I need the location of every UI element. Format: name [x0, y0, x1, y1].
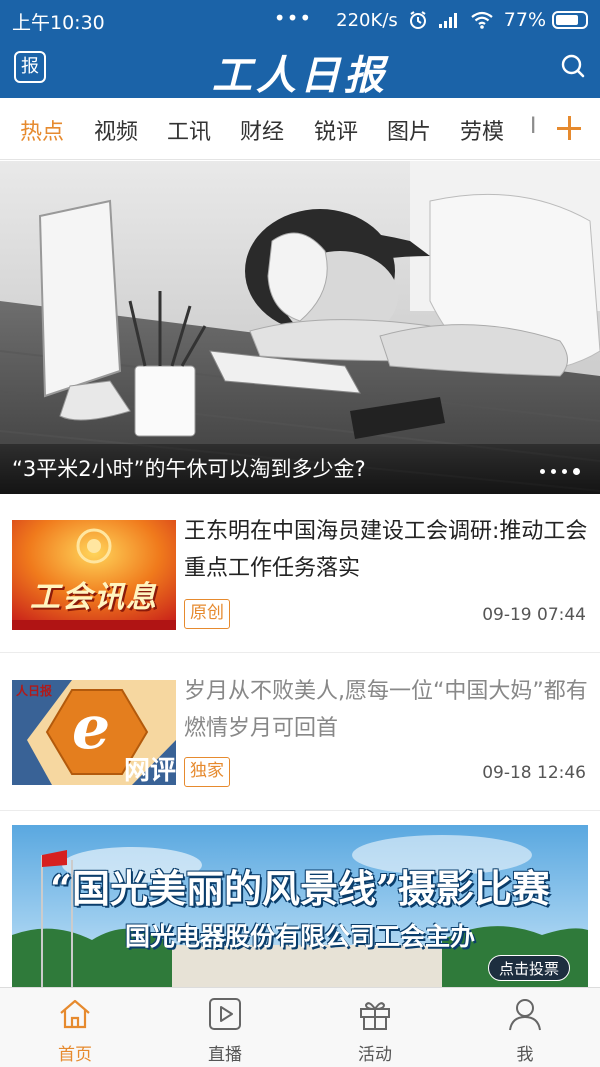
app-title: 工人日报 — [212, 52, 388, 99]
news-date-1: 09-19 07:44 — [482, 605, 586, 625]
thumbnail-caption: 工会讯息 — [30, 580, 158, 615]
nav-live-label: 直播 — [208, 1045, 242, 1065]
news-title-2: 岁月从不败美人,愿每一位“中国大妈”都有燃情岁月可回首 — [184, 679, 588, 741]
promo-title: “国光美丽的风景线”摄影比赛 — [50, 866, 550, 911]
tab-overflow[interactable]: I — [530, 114, 538, 139]
bottom-nav: 首页 直播 活动 我 — [0, 987, 600, 1067]
thumbnail-logo: 人日报 — [16, 684, 53, 698]
nav-home-label: 首页 — [58, 1045, 92, 1065]
search-icon[interactable] — [560, 53, 586, 79]
tab-video[interactable]: 视频 — [94, 114, 138, 146]
battery-icon — [552, 11, 588, 29]
status-bar: 上午10:30 ••• 220K/s 77% — [0, 0, 600, 38]
add-tab-button[interactable] — [542, 98, 600, 159]
category-tabs: 热点 视频 工讯 财经 锐评 图片 劳模 I — [0, 98, 600, 160]
promo-banner[interactable]: “国光美丽的风景线”摄影比赛 国光电器股份有限公司工会主办 点击投票 — [12, 825, 588, 987]
nav-me[interactable]: 我 — [450, 988, 600, 1067]
tab-union-news[interactable]: 工讯 — [167, 114, 211, 146]
news-item-2[interactable]: e 人日报 网评 岁月从不败美人,愿每一位“中国大妈”都有燃情岁月可回首 独家 … — [0, 653, 600, 811]
network-speed: 220K/s — [336, 9, 398, 31]
carousel-indicator — [540, 468, 580, 475]
home-icon — [60, 999, 90, 1029]
news-item-1[interactable]: 工会讯息 王东明在中国海员建设工会调研:推动工会重点工作任务落实 原创 09-1… — [0, 495, 600, 653]
nav-me-label: 我 — [516, 1045, 534, 1065]
top-bar: 上午10:30 ••• 220K/s 77% 报 工人日报 — [0, 0, 600, 99]
user-icon — [509, 999, 541, 1031]
carousel-dot — [562, 469, 567, 474]
carousel-dot — [573, 468, 580, 475]
carousel-dot — [540, 469, 545, 474]
battery-fill — [556, 15, 578, 25]
nav-activities-label: 活动 — [358, 1045, 392, 1065]
signal-icon — [438, 11, 460, 29]
news-thumbnail-2: e 人日报 网评 — [12, 680, 176, 785]
tab-pictures[interactable]: 图片 — [387, 114, 431, 146]
tab-model-workers[interactable]: 劳模 — [460, 114, 504, 146]
banner-caption: “3平米2小时”的午休可以淘到多少金? — [12, 457, 366, 481]
tab-hot[interactable]: 热点 — [20, 114, 64, 146]
tab-finance[interactable]: 财经 — [240, 114, 284, 146]
nav-activities[interactable]: 活动 — [300, 988, 450, 1067]
status-time: 上午10:30 — [12, 12, 105, 34]
battery-indicator: 77% — [504, 9, 588, 31]
news-thumbnail-1: 工会讯息 — [12, 520, 176, 630]
notification-dots: ••• — [273, 6, 313, 30]
alarm-icon — [408, 10, 428, 30]
news-date-2: 09-18 12:46 — [482, 763, 586, 783]
banner-carousel[interactable]: “3平米2小时”的午休可以淘到多少金? — [0, 161, 600, 494]
status-icons: ••• 220K/s 77% — [273, 6, 588, 32]
battery-percent: 77% — [503, 9, 546, 31]
vote-button[interactable]: 点击投票 — [487, 955, 570, 981]
thumbnail-letter: e — [72, 693, 111, 763]
thumbnail-caption: 网评 — [124, 756, 176, 785]
play-icon — [209, 998, 241, 1030]
tag-exclusive: 独家 — [184, 757, 230, 787]
promo-subtitle: 国光电器股份有限公司工会主办 — [124, 922, 475, 951]
tab-commentary[interactable]: 锐评 — [314, 114, 358, 146]
tag-original: 原创 — [184, 599, 230, 629]
news-title-1: 王东明在中国海员建设工会调研:推动工会重点工作任务落实 — [184, 519, 588, 581]
gift-icon — [360, 1002, 390, 1030]
nav-live[interactable]: 直播 — [150, 988, 300, 1067]
wifi-icon — [470, 11, 494, 29]
app-header: 报 工人日报 — [0, 38, 600, 99]
nav-home[interactable]: 首页 — [0, 988, 150, 1067]
carousel-dot — [551, 469, 556, 474]
